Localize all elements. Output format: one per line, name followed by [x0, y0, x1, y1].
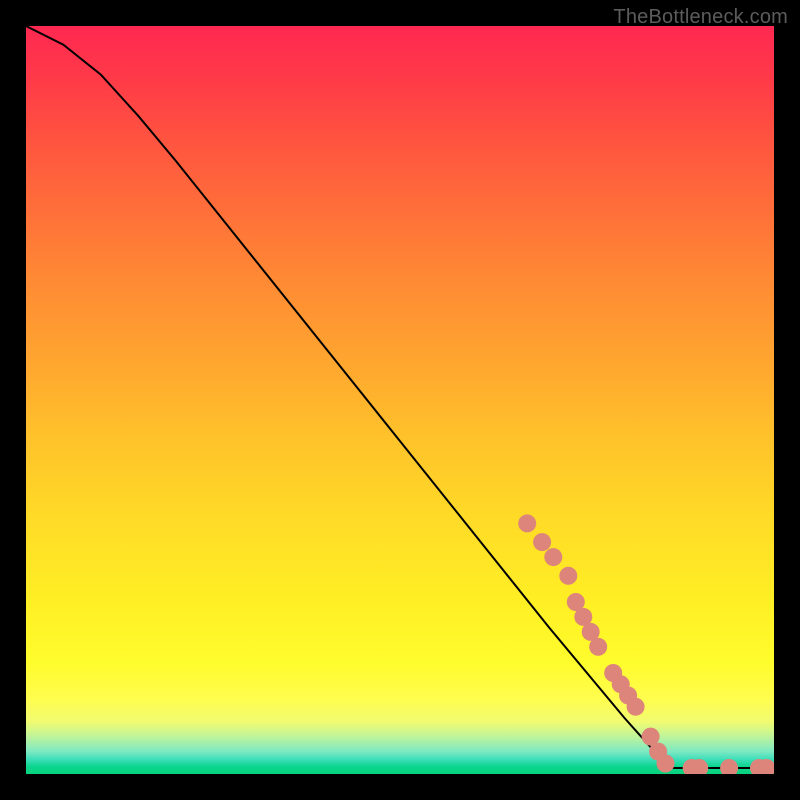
data-marker: [657, 755, 675, 773]
plot-area: [26, 26, 774, 774]
data-marker: [518, 514, 536, 532]
curve-line: [26, 26, 774, 768]
data-marker: [589, 638, 607, 656]
chart-svg: [26, 26, 774, 774]
data-marker: [533, 533, 551, 551]
data-markers: [518, 514, 774, 774]
data-marker: [720, 759, 738, 774]
data-marker: [559, 567, 577, 585]
data-line: [26, 26, 774, 768]
data-marker: [544, 548, 562, 566]
chart-stage: TheBottleneck.com: [0, 0, 800, 800]
data-marker: [627, 698, 645, 716]
